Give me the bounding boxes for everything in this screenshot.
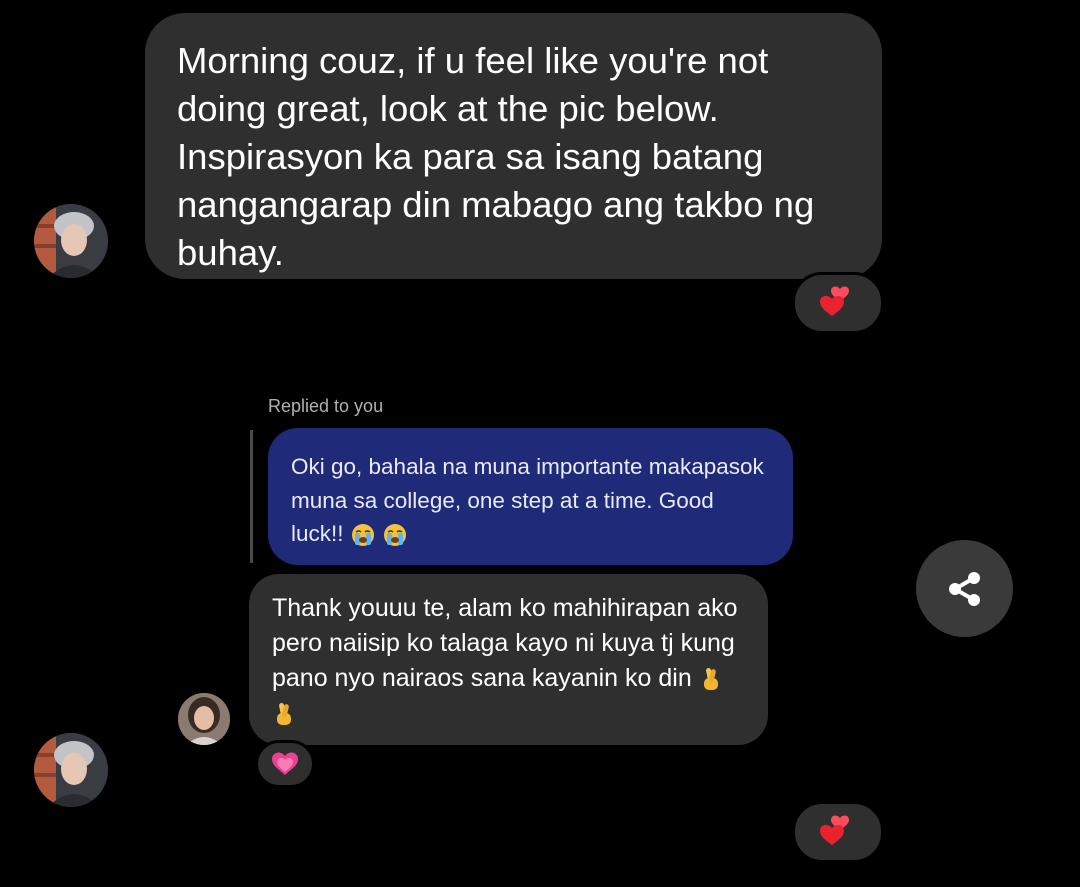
reply-divider [250, 430, 253, 563]
loudly-crying-face-icon [351, 524, 374, 547]
message-text: Thank youuu te, alam ko mahihirapan ako … [272, 594, 738, 692]
avatar-photo-icon [178, 693, 230, 745]
reaction-badge[interactable] [792, 272, 884, 334]
quoted-message[interactable]: Oki go, bahala na muna importante makapa… [268, 428, 793, 565]
share-icon [948, 571, 980, 606]
message-text: Morning couz, if u feel like you're not … [177, 40, 815, 273]
share-button[interactable] [916, 540, 1013, 637]
avatar[interactable] [34, 204, 108, 278]
message-bubble[interactable]: Morning couz, if u feel like you're not … [145, 13, 882, 279]
growing-heart-icon [272, 752, 298, 775]
crossed-fingers-icon [277, 703, 291, 726]
reaction-badge[interactable] [255, 740, 315, 788]
avatar-photo-icon [34, 204, 108, 278]
avatar[interactable] [178, 693, 230, 745]
two-hearts-icon [820, 815, 849, 845]
crossed-fingers-icon [703, 668, 718, 691]
reply-label: Replied to you [268, 396, 384, 416]
two-hearts-icon [820, 286, 849, 316]
message-bubble[interactable]: Thank youuu te, alam ko mahihirapan ako … [249, 574, 768, 745]
avatar[interactable] [34, 733, 108, 807]
avatar-photo-icon [34, 733, 108, 807]
loudly-crying-face-icon [384, 524, 407, 547]
reaction-badge[interactable] [792, 801, 884, 863]
